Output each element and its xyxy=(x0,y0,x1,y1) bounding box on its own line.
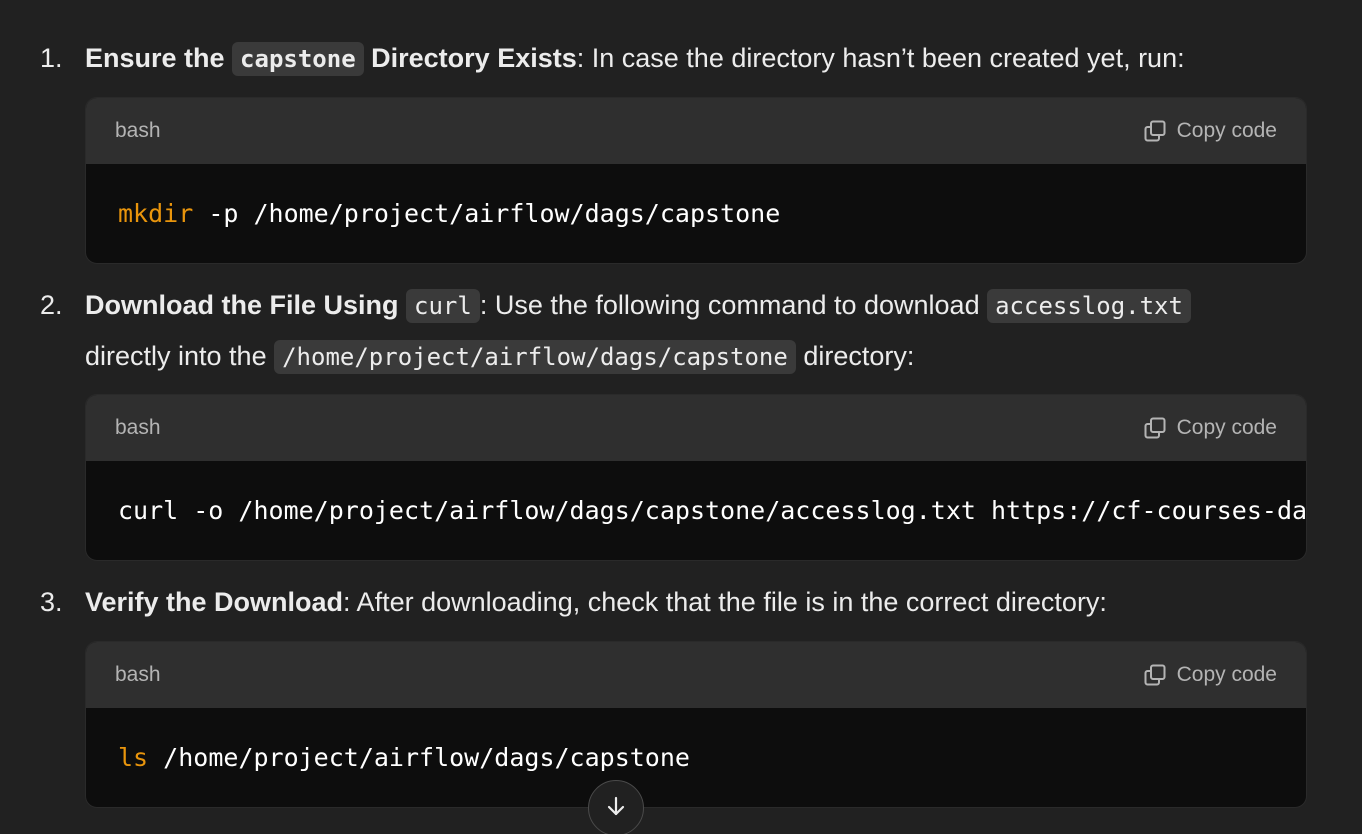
code-language: bash xyxy=(115,663,161,686)
code-block: bash Copy code mkdir -p /home/project/ai… xyxy=(85,97,1307,264)
code-line: curl -o /home/project/airflow/dags/capst… xyxy=(118,496,1306,525)
copy-icon xyxy=(1143,416,1167,440)
step-number: 2. xyxy=(40,290,63,320)
arrow-down-icon xyxy=(604,794,628,823)
code-content: mkdir -p /home/project/airflow/dags/caps… xyxy=(86,164,1306,263)
step-text: Download the File Using curl: Use the fo… xyxy=(85,280,1315,382)
step-title: Ensure the capstone Directory Exists xyxy=(85,42,577,76)
step-description: : After downloading, check that the file… xyxy=(343,587,1107,617)
code-block: bash Copy code ls /home/project/airflow/… xyxy=(85,641,1307,808)
step-number: 1. xyxy=(40,43,63,73)
copy-code-button[interactable]: Copy code xyxy=(1143,416,1277,440)
code-arguments: /home/project/airflow/dags/capstone xyxy=(148,743,690,772)
step-number: 3. xyxy=(40,587,63,617)
copy-icon xyxy=(1143,119,1167,143)
code-header: bash Copy code xyxy=(86,642,1306,708)
code-arguments: -p /home/project/airflow/dags/capstone xyxy=(193,199,781,228)
code-header: bash Copy code xyxy=(86,98,1306,164)
copy-label: Copy code xyxy=(1176,663,1277,686)
code-language: bash xyxy=(115,119,161,142)
code-content: ls /home/project/airflow/dags/capstone xyxy=(86,708,1306,807)
code-block: bash Copy code curl -o /home/project/air… xyxy=(85,394,1307,561)
copy-label: Copy code xyxy=(1176,119,1277,142)
inline-code: accesslog.txt xyxy=(987,289,1191,323)
step-text: Verify the Download: After downloading, … xyxy=(85,577,1315,627)
code-language: bash xyxy=(115,416,161,439)
copy-code-button[interactable]: Copy code xyxy=(1143,119,1277,143)
step-title: Verify the Download xyxy=(85,587,344,617)
inline-code: capstone xyxy=(232,42,364,76)
step-title: Download the File Using xyxy=(85,290,407,320)
code-command: mkdir xyxy=(118,199,194,228)
step-text: Ensure the capstone Directory Exists: In… xyxy=(85,33,1315,84)
inline-code: /home/project/airflow/dags/capstone xyxy=(274,340,796,374)
step-description: : In case the directory hasn’t been crea… xyxy=(576,43,1185,73)
copy-icon xyxy=(1143,663,1167,687)
scroll-to-bottom-button[interactable] xyxy=(588,780,644,834)
code-header: bash Copy code xyxy=(86,395,1306,461)
code-command: ls xyxy=(118,743,149,772)
copy-code-button[interactable]: Copy code xyxy=(1143,663,1277,687)
inline-code: curl xyxy=(406,289,480,323)
code-content[interactable]: curl -o /home/project/airflow/dags/capst… xyxy=(86,461,1306,560)
copy-label: Copy code xyxy=(1176,416,1277,439)
chat-message: 1. Ensure the capstone Directory Exists:… xyxy=(0,0,1362,834)
